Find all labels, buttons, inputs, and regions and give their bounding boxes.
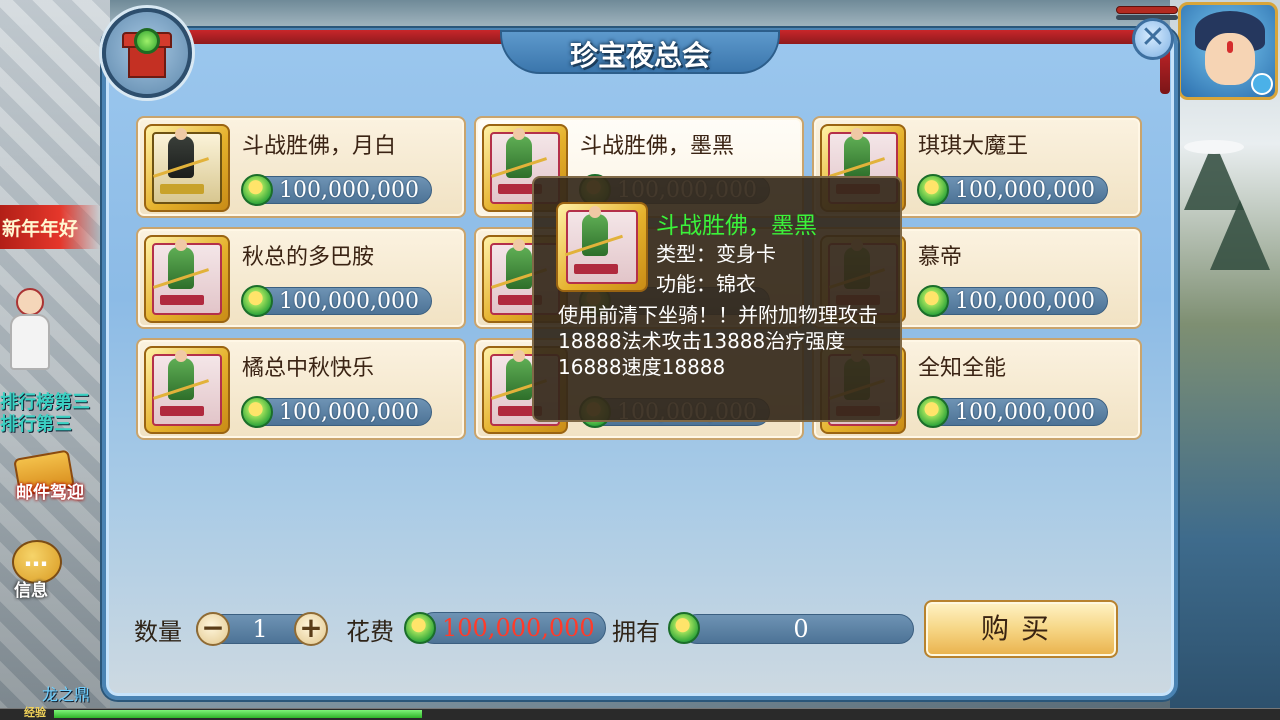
item-name: 慕帝 <box>918 245 963 270</box>
item-name: 全知全能 <box>918 356 1007 381</box>
item-price: 100,000,000 <box>917 174 1108 206</box>
item-name: 斗战胜佛，墨黑 <box>580 134 735 159</box>
quantity-minus-button[interactable]: − <box>196 612 230 646</box>
item-name: 琪琪大魔王 <box>918 134 1029 159</box>
item-price-value: 100,000,000 <box>955 178 1095 203</box>
green-gem-icon <box>241 285 273 317</box>
item-price-value: 100,000,000 <box>955 289 1095 314</box>
info-label: 信息 <box>14 581 48 601</box>
player-avatar[interactable] <box>1178 2 1278 100</box>
item-price: 100,000,000 <box>917 396 1108 428</box>
close-button[interactable]: ✕ <box>1132 18 1174 60</box>
item-price-value: 100,000,000 <box>955 400 1095 425</box>
world-chat-text: 龙之鼎 <box>42 685 91 704</box>
green-gem-icon <box>241 174 273 206</box>
buy-button[interactable]: 购买 <box>924 600 1118 658</box>
item-price: 100,000,000 <box>241 396 432 428</box>
snow-decoration <box>1184 140 1244 154</box>
tooltip-description: 使用前清下坐骑！！并附加物理攻击18888法术攻击13888治疗强度16888速… <box>558 303 878 379</box>
coin-icon <box>134 28 160 54</box>
green-gem-icon <box>917 285 949 317</box>
mail-button[interactable]: 邮件驾迎 <box>12 449 98 512</box>
green-gem-icon <box>241 396 273 428</box>
owned-label: 拥有 <box>612 618 660 646</box>
exp-bar-fill <box>54 710 422 718</box>
item-card[interactable]: 橘总中秋快乐 100,000,000 <box>136 338 466 440</box>
npc-body <box>10 314 50 370</box>
item-thumbnail <box>144 346 230 434</box>
item-price: 100,000,000 <box>241 174 432 206</box>
avatar-forehead-mark <box>1227 41 1233 53</box>
item-thumbnail <box>144 235 230 323</box>
green-gem-icon <box>917 174 949 206</box>
shop-icon <box>102 8 192 98</box>
card-tag <box>160 406 204 416</box>
item-name: 橘总中秋快乐 <box>242 356 375 381</box>
cost-label: 花费 <box>346 618 394 646</box>
quantity-plus-button[interactable]: + <box>294 612 328 646</box>
green-gem-icon <box>917 396 949 428</box>
tooltip-function: 功能：锦衣 <box>656 272 756 296</box>
rank-text: 排行榜第三 排行第三 <box>0 392 104 436</box>
card-tag <box>574 264 618 274</box>
item-price: 100,000,000 <box>241 285 432 317</box>
tooltip-item-thumbnail <box>556 202 648 292</box>
mail-label: 邮件驾迎 <box>16 483 84 503</box>
owned-value: 0 <box>793 615 809 643</box>
tooltip-item-name: 斗战胜佛，墨黑 <box>656 213 817 239</box>
item-name: 斗战胜佛，月白 <box>242 134 397 159</box>
item-price-value: 100,000,000 <box>279 289 419 314</box>
pine-tree-decoration <box>1210 200 1270 270</box>
item-card[interactable]: 秋总的多巴胺 100,000,000 <box>136 227 466 329</box>
item-tooltip: 斗战胜佛，墨黑 类型：变身卡 功能：锦衣 使用前清下坐骑！！并附加物理攻击188… <box>532 176 902 422</box>
card-tag <box>160 184 204 194</box>
item-card[interactable]: 斗战胜佛，月白 100,000,000 <box>136 116 466 218</box>
exp-label: 经验 <box>24 706 46 719</box>
npc-head <box>16 288 44 316</box>
rank-line-2: 排行第三 <box>0 414 72 435</box>
quantity-label: 数量 <box>134 618 182 646</box>
item-price-value: 100,000,000 <box>279 400 419 425</box>
hp-bar <box>1116 6 1178 14</box>
rank-line-1: 排行榜第三 <box>0 392 90 413</box>
card-tag <box>160 295 204 305</box>
avatar-badge-icon <box>1251 73 1273 95</box>
new-year-banner[interactable]: 新年年好 <box>0 205 100 249</box>
cost-value: 100,000,000 <box>442 614 595 642</box>
item-price-value: 100,000,000 <box>279 178 419 203</box>
info-button[interactable]: 信息 <box>8 540 68 604</box>
green-gem-icon <box>404 612 436 644</box>
item-price: 100,000,000 <box>917 285 1108 317</box>
item-name: 秋总的多巴胺 <box>242 245 375 270</box>
item-thumbnail <box>144 124 230 212</box>
game-world-right <box>1170 0 1280 720</box>
npc-character[interactable] <box>6 280 54 380</box>
panel-title: 珍宝夜总会 <box>569 39 710 72</box>
tooltip-type: 类型：变身卡 <box>656 242 776 266</box>
